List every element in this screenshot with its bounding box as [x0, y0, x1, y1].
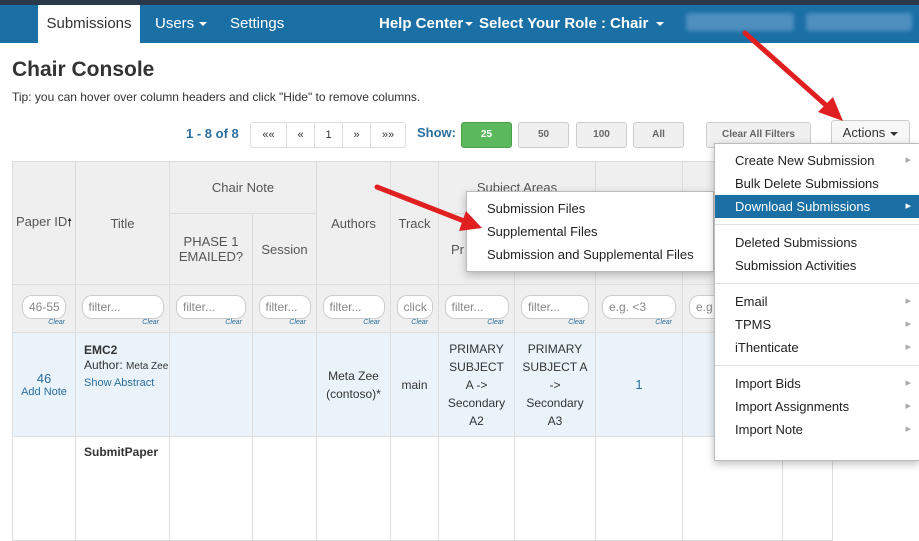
arrow-to-supplemental-icon: [374, 184, 482, 231]
annotation-arrows: [374, 30, 843, 231]
arrow-to-actions-icon: [742, 30, 843, 121]
